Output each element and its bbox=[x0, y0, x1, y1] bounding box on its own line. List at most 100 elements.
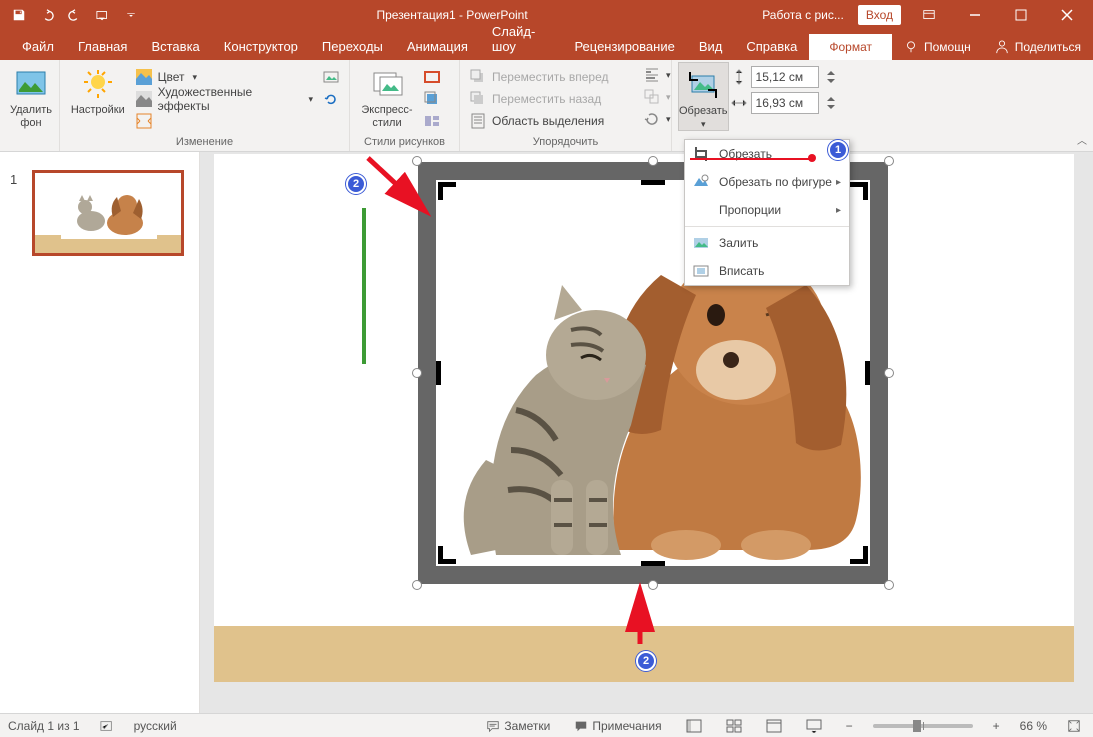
tab-file[interactable]: Файл bbox=[10, 33, 66, 60]
dropdown-fill[interactable]: Залить bbox=[685, 229, 849, 257]
slideshow-view-icon[interactable] bbox=[802, 719, 826, 733]
tab-format[interactable]: Формат bbox=[809, 34, 892, 60]
share-button[interactable]: Поделиться bbox=[983, 34, 1093, 60]
change-picture-button[interactable] bbox=[319, 66, 343, 88]
align-button[interactable]: ▾ bbox=[640, 64, 675, 86]
rotate-icon bbox=[644, 111, 660, 127]
qat-more-icon[interactable] bbox=[118, 2, 144, 28]
crop-to-shape-icon bbox=[693, 174, 709, 190]
group-button[interactable]: ▾ bbox=[640, 86, 675, 108]
reading-view-icon[interactable] bbox=[762, 719, 786, 733]
quick-access-toolbar bbox=[0, 2, 150, 28]
picture-layout-icon bbox=[424, 113, 440, 129]
slide-counter[interactable]: Слайд 1 из 1 bbox=[8, 719, 80, 733]
ribbon-tabs: Файл Главная Вставка Конструктор Переход… bbox=[0, 30, 1093, 60]
zoom-slider[interactable] bbox=[873, 724, 973, 728]
notes-button[interactable]: Заметки bbox=[482, 719, 554, 733]
crop-button[interactable]: Обрезать▾ bbox=[678, 62, 729, 131]
bring-forward-icon bbox=[470, 69, 486, 85]
group-adjust: Настройки Цвет ▾ Художественные эффекты … bbox=[60, 60, 350, 151]
height-input[interactable]: 15,12 см bbox=[751, 66, 819, 88]
quick-styles-button[interactable]: Экспресс- стили bbox=[356, 62, 418, 134]
reset-picture-button[interactable] bbox=[319, 88, 343, 110]
collapse-ribbon-icon[interactable]: ︿ bbox=[1077, 132, 1087, 147]
tab-home[interactable]: Главная bbox=[66, 33, 139, 60]
notes-label: Заметки bbox=[504, 719, 550, 733]
artistic-effects-button[interactable]: Художественные эффекты ▾ bbox=[132, 88, 317, 110]
tab-animations[interactable]: Анимация bbox=[395, 33, 480, 60]
bring-forward-button[interactable]: Переместить вперед bbox=[466, 66, 665, 88]
normal-view-icon[interactable] bbox=[682, 719, 706, 733]
zoom-in-button[interactable]: + bbox=[989, 719, 1004, 733]
tab-help[interactable]: Справка bbox=[734, 33, 809, 60]
compress-pictures-button[interactable] bbox=[132, 110, 317, 132]
height-icon bbox=[731, 69, 747, 85]
dropdown-shape-label: Обрезать по фигуре bbox=[719, 175, 832, 189]
dropdown-fit-label: Вписать bbox=[719, 264, 764, 278]
sign-in-button[interactable]: Вход bbox=[858, 5, 901, 25]
status-bar: Слайд 1 из 1 русский Заметки Примечания … bbox=[0, 713, 1093, 737]
picture-border-icon bbox=[424, 69, 440, 85]
thumbnail-pane[interactable]: 1 bbox=[0, 152, 200, 713]
dropdown-aspect-ratio[interactable]: Пропорции bbox=[685, 196, 849, 224]
tab-slideshow[interactable]: Слайд-шоу bbox=[480, 18, 563, 60]
picture-layout-button[interactable] bbox=[420, 110, 444, 132]
compress-icon bbox=[136, 113, 152, 129]
quick-styles-label: Экспресс- стили bbox=[361, 104, 412, 129]
color-icon bbox=[136, 69, 152, 85]
tab-design[interactable]: Конструктор bbox=[212, 33, 310, 60]
dropdown-crop-to-shape[interactable]: Обрезать по фигуре bbox=[685, 168, 849, 196]
corrections-button[interactable]: Настройки bbox=[66, 62, 130, 134]
save-icon[interactable] bbox=[6, 2, 32, 28]
spinner-up-down-icon[interactable] bbox=[823, 69, 839, 85]
tab-transitions[interactable]: Переходы bbox=[310, 33, 395, 60]
tab-view[interactable]: Вид bbox=[687, 33, 735, 60]
spellcheck-icon[interactable] bbox=[96, 719, 118, 733]
tab-insert[interactable]: Вставка bbox=[139, 33, 211, 60]
zoom-level[interactable]: 66 % bbox=[1020, 719, 1047, 733]
close-icon[interactable] bbox=[1045, 0, 1089, 30]
start-from-beginning-icon[interactable] bbox=[90, 2, 116, 28]
height-value: 15,12 см bbox=[756, 70, 804, 84]
selection-pane-button[interactable]: Область выделения bbox=[466, 110, 665, 132]
picture-border-button[interactable] bbox=[420, 66, 444, 88]
redo-icon[interactable] bbox=[62, 2, 88, 28]
slide-thumbnail[interactable] bbox=[32, 170, 184, 256]
alignment-guide bbox=[362, 208, 366, 364]
minimize-icon[interactable] bbox=[953, 0, 997, 30]
tell-me[interactable]: Помощн bbox=[892, 34, 983, 60]
send-backward-button[interactable]: Переместить назад bbox=[466, 88, 665, 110]
bring-forward-label: Переместить вперед bbox=[492, 70, 608, 84]
tab-review[interactable]: Рецензирование bbox=[562, 33, 686, 60]
callout-badge-1: 1 bbox=[828, 140, 848, 160]
corrections-label: Настройки bbox=[71, 104, 125, 117]
group-adjust-label: Изменение bbox=[66, 136, 343, 151]
width-input[interactable]: 16,93 см bbox=[751, 92, 819, 114]
thumbnail-number: 1 bbox=[10, 172, 17, 187]
arrange-extra: ▾ ▾ ▾ bbox=[640, 64, 675, 130]
zoom-out-button[interactable]: − bbox=[842, 719, 857, 733]
group-styles-label: Стили рисунков bbox=[356, 136, 453, 151]
remove-background-button[interactable]: Удалить фон bbox=[6, 62, 56, 129]
comments-label: Примечания bbox=[592, 719, 661, 733]
workspace: 1 bbox=[0, 152, 1093, 713]
rotate-button[interactable]: ▾ bbox=[640, 108, 675, 130]
fit-to-window-icon[interactable] bbox=[1063, 719, 1085, 733]
dropdown-fit[interactable]: Вписать bbox=[685, 257, 849, 285]
group-arrange-label: Упорядочить bbox=[466, 136, 665, 151]
ribbon-options-icon[interactable] bbox=[907, 0, 951, 30]
slide-sorter-icon[interactable] bbox=[722, 719, 746, 733]
group-arrange: Переместить вперед Переместить назад Обл… bbox=[460, 60, 672, 151]
group-size: Обрезать▾ 15,12 см 16,93 см Размер bbox=[672, 60, 842, 151]
picture-effects-button[interactable] bbox=[420, 88, 444, 110]
undo-icon[interactable] bbox=[34, 2, 60, 28]
contextual-tab-label[interactable]: Работа с рис... bbox=[754, 2, 852, 28]
spinner-up-down-icon[interactable] bbox=[823, 95, 839, 111]
effects-icon bbox=[136, 91, 152, 107]
dropdown-crop[interactable]: Обрезать bbox=[685, 140, 849, 168]
comments-button[interactable]: Примечания bbox=[570, 719, 665, 733]
maximize-icon[interactable] bbox=[999, 0, 1043, 30]
slide-canvas-area[interactable] bbox=[200, 152, 1093, 713]
language-label[interactable]: русский bbox=[134, 719, 177, 733]
annotation-arrow bbox=[620, 582, 660, 652]
